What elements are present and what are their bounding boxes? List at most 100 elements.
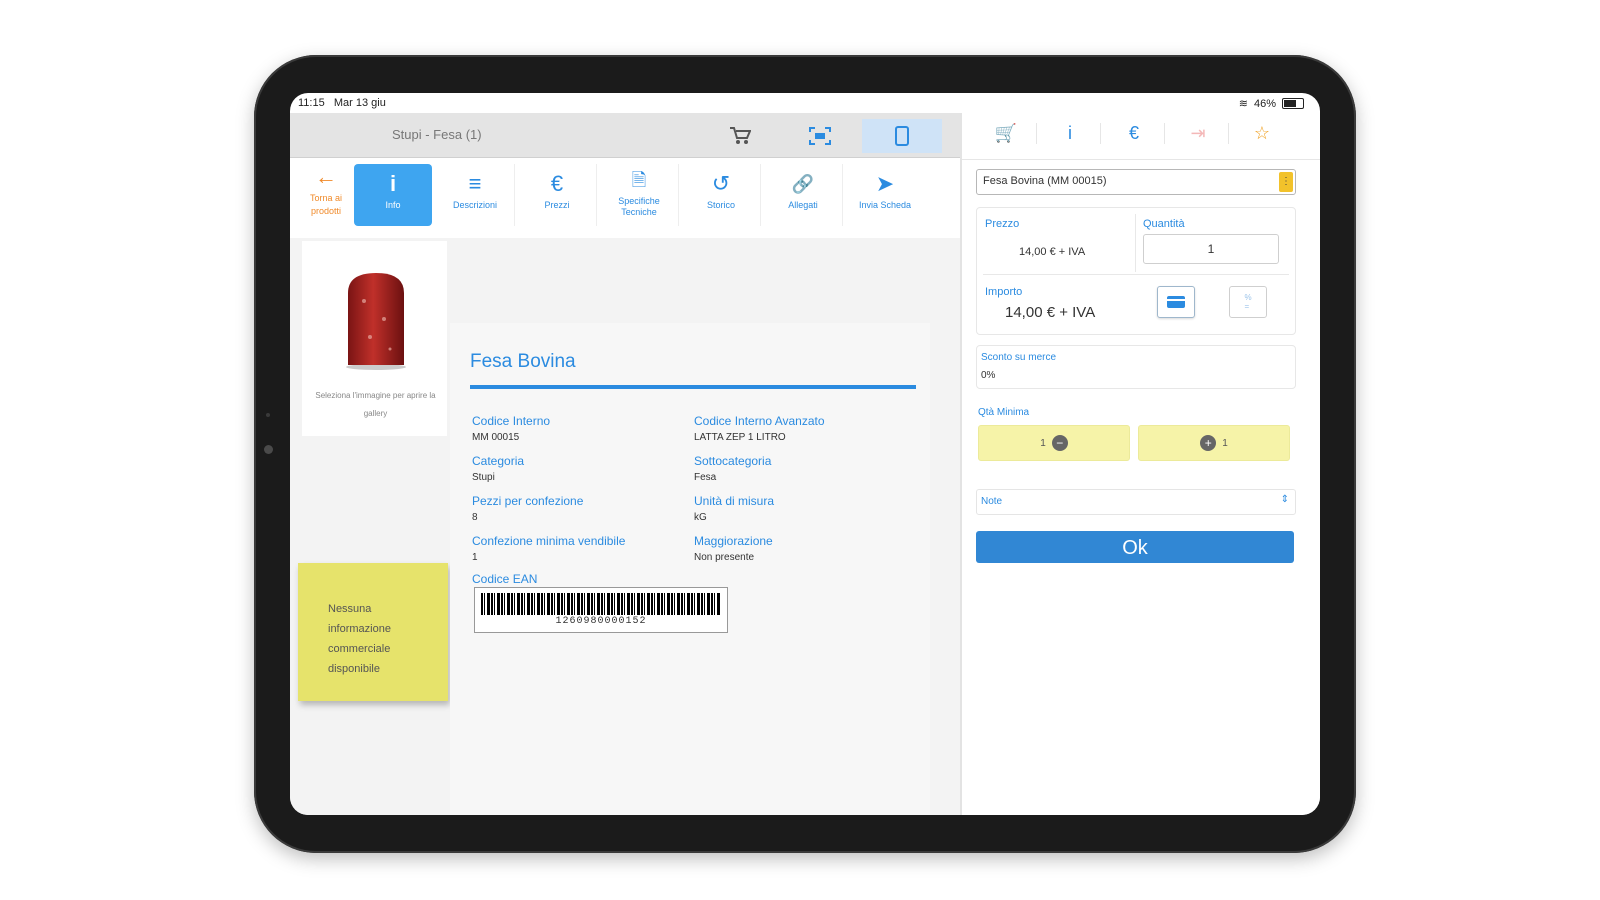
field-label: Codice EAN — [472, 572, 538, 586]
product-info-card: Fesa Bovina Codice Interno MM 00015 Codi… — [450, 323, 930, 815]
selected-product: Fesa Bovina (MM 00015) — [983, 175, 1107, 187]
field-label: Confezione minima vendibile — [472, 534, 626, 548]
field-value: kG — [694, 512, 707, 523]
field-label: Pezzi per confezione — [472, 494, 584, 508]
field-codice-ean: Codice EAN — [472, 571, 692, 587]
credit-card-icon — [1167, 296, 1185, 308]
field-categoria: Categoria Stupi — [472, 453, 692, 485]
tab-label: Allegati — [788, 200, 818, 210]
image-caption: Seleziona l'immagine per aprire la galle… — [315, 391, 436, 418]
camera-icon — [264, 445, 273, 454]
field-pezzi-per-confezione: Pezzi per confezione 8 — [472, 493, 692, 525]
tab-label: Storico — [706, 200, 735, 210]
list-icon: ≡ — [468, 171, 482, 196]
price-box: Prezzo 14,00 € + IVA Quantità 1 Importo … — [976, 207, 1296, 335]
tablet-icon — [895, 126, 909, 146]
percent-icon: % = — [1244, 293, 1252, 311]
status-time: 11:15 Mar 13 giu — [298, 97, 386, 109]
document-icon: 🗎 — [631, 170, 647, 190]
sensor-dot — [266, 413, 270, 417]
status-right: ≋ 46% — [1239, 97, 1304, 110]
minus-icon: − — [1051, 435, 1068, 451]
euro-tab-icon[interactable]: € — [1104, 123, 1165, 144]
discount-label: Sconto su merce — [981, 352, 1057, 363]
euro-icon: € — [550, 171, 564, 196]
cart-icon — [730, 127, 751, 144]
min-quantity-label: Qtà Minima — [978, 407, 1030, 418]
field-sottocategoria: Sottocategoria Fesa — [694, 453, 914, 485]
tab-label: Info — [385, 200, 401, 210]
field-value: MM 00015 — [472, 432, 520, 443]
tab-label: Invia Scheda — [858, 200, 912, 210]
tablet-view-button[interactable] — [862, 119, 942, 153]
exit-tab-icon[interactable]: ⇥ — [1168, 123, 1229, 144]
field-value: LATTA ZEP 1 LITRO — [694, 432, 786, 443]
discount-box[interactable]: Sconto su merce 0% — [976, 345, 1296, 389]
tab-descrizioni[interactable]: ≡ Descrizioni — [436, 164, 515, 226]
tablet-frame: 11:15 Mar 13 giu ≋ 46% Stupi - Fesa (1) — [254, 55, 1356, 853]
tab-label: Prezzi — [544, 200, 570, 210]
note-text: Nessuna informazione commerciale disponi… — [328, 603, 391, 675]
field-value: Non presente — [694, 552, 755, 563]
history-icon: ↺ — [711, 171, 731, 196]
field-label: Maggiorazione — [694, 534, 773, 548]
cart-button[interactable] — [700, 119, 780, 153]
percent-button[interactable]: % = — [1229, 286, 1267, 318]
select-handle-icon[interactable]: ⋮ — [1279, 172, 1293, 192]
tab-storico[interactable]: ↺ Storico — [682, 164, 761, 226]
notes-select[interactable]: Note ⇕ — [976, 489, 1296, 515]
tab-invia-scheda[interactable]: ➤ Invia Scheda — [846, 164, 924, 226]
decrease-quantity-button[interactable]: 1 − — [978, 425, 1130, 461]
vertical-divider — [1135, 214, 1136, 272]
product-image[interactable] — [344, 271, 408, 371]
info-tab-icon[interactable]: i — [1040, 123, 1101, 144]
field-confezione-minima: Confezione minima vendibile 1 — [472, 533, 692, 565]
field-codice-interno: Codice Interno MM 00015 — [472, 413, 692, 445]
tab-specifiche-tecniche[interactable]: 🗎 Specifiche Tecniche — [600, 164, 679, 226]
chevron-updown-icon: ⇕ — [1280, 494, 1289, 505]
product-title: Fesa Bovina — [470, 351, 576, 372]
tab-prezzi[interactable]: € Prezzi — [518, 164, 597, 226]
field-value: 8 — [472, 512, 478, 523]
amount-label: Importo — [985, 286, 1023, 298]
order-pane: 🛒 i € ⇥ ☆ Fesa Bovina (MM 00015) ⋮ Prezz… — [962, 113, 1320, 815]
back-to-products-button[interactable]: ← Torna ai prodotti — [296, 166, 356, 218]
field-unita-di-misura: Unità di misura kG — [694, 493, 914, 525]
field-label: Codice Interno — [472, 414, 551, 428]
star-tab-icon[interactable]: ☆ — [1232, 123, 1292, 144]
quantity-input[interactable]: 1 — [1143, 234, 1279, 264]
tab-allegati[interactable]: 🔗 Allegati — [764, 164, 843, 226]
amount-value: 14,00 € + IVA — [1005, 304, 1096, 321]
status-bar: 11:15 Mar 13 giu ≋ 46% — [290, 93, 1320, 113]
wifi-icon: ≋ — [1238, 98, 1248, 110]
tab-info[interactable]: i Info — [354, 164, 432, 226]
horizontal-divider — [983, 274, 1289, 275]
field-label: Unità di misura — [694, 494, 775, 508]
scan-icon — [809, 127, 831, 145]
field-label: Sottocategoria — [694, 454, 772, 468]
field-value: Stupi — [472, 472, 495, 483]
toolbar-title: Stupi - Fesa (1) — [392, 127, 482, 142]
decrease-amount: 1 — [1040, 437, 1046, 449]
barcode-number: 1260980000152 — [555, 616, 647, 627]
field-codice-interno-avanzato: Codice Interno Avanzato LATTA ZEP 1 LITR… — [694, 413, 914, 445]
field-maggiorazione: Maggiorazione Non presente — [694, 533, 914, 565]
app-screen: 11:15 Mar 13 giu ≋ 46% Stupi - Fesa (1) — [290, 93, 1320, 815]
quantity-label: Quantità — [1143, 218, 1185, 230]
arrow-left-icon: ← — [315, 164, 337, 189]
product-image-card[interactable]: Seleziona l'immagine per aprire la galle… — [302, 241, 447, 436]
cart-tab-icon[interactable]: 🛒 — [976, 123, 1037, 144]
payment-card-button[interactable] — [1157, 286, 1195, 318]
field-label: Categoria — [472, 454, 525, 468]
ok-button[interactable]: Ok — [976, 531, 1294, 563]
tab-label: Specifiche Tecniche — [618, 196, 660, 217]
increase-quantity-button[interactable]: + 1 — [1138, 425, 1290, 461]
notes-label: Note — [981, 496, 1003, 507]
product-select[interactable]: Fesa Bovina (MM 00015) ⋮ — [976, 169, 1296, 195]
field-value: 1 — [472, 552, 478, 563]
barcode-bars — [481, 593, 721, 615]
order-tabs: 🛒 i € ⇥ ☆ — [962, 113, 1320, 160]
scan-button[interactable] — [780, 119, 860, 153]
back-label: Torna ai prodotti — [309, 193, 343, 216]
ean-barcode: 1260980000152 — [474, 587, 728, 633]
